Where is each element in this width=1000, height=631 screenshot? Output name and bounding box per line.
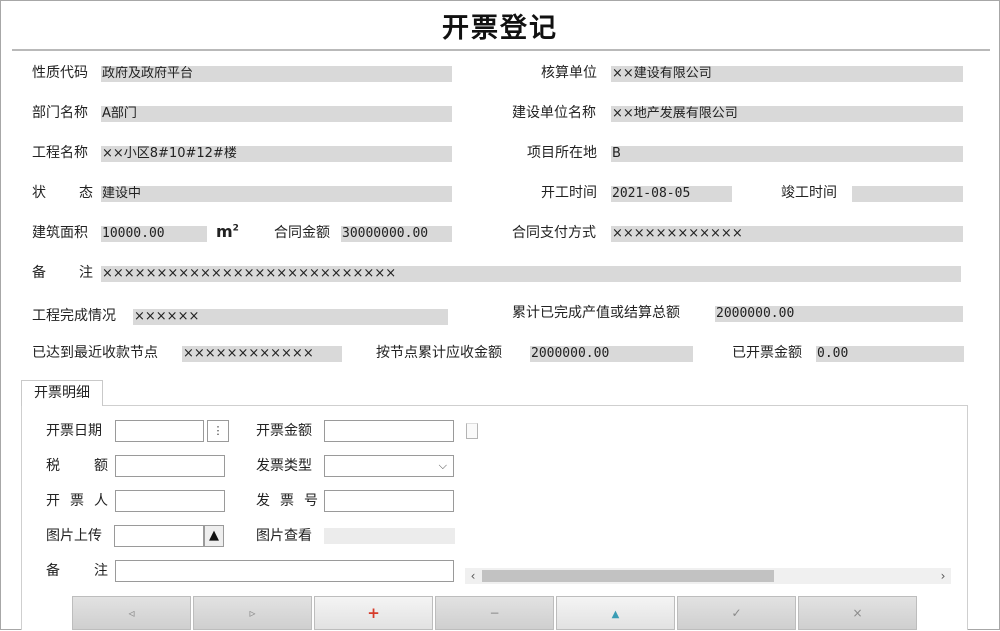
contract-amount-label: 合同金额 (274, 225, 330, 241)
node-receivable-field[interactable]: 2000000.00 (530, 346, 693, 362)
page-title: 开票登记 (442, 13, 558, 44)
minus-icon: − (489, 606, 500, 620)
nature-code-label: 性质代码 (32, 65, 88, 81)
contract-amount-field[interactable]: 30000000.00 (341, 226, 452, 242)
tab-invoice-detail[interactable]: 开票明细 (21, 380, 103, 406)
detail-remarks-label-b: 注 (94, 563, 108, 579)
recent-node-field[interactable]: ×××××××××××× (182, 346, 342, 362)
chevron-down-icon: ⌵ (438, 459, 447, 472)
triangle-left-icon: ◃ (128, 606, 135, 620)
horizontal-scrollbar[interactable]: ‹ › (465, 568, 951, 584)
image-upload-input[interactable] (114, 525, 204, 547)
completion-time-field[interactable] (852, 186, 963, 202)
completion-time-label: 竣工时间 (781, 185, 837, 201)
completion-status-field[interactable]: ×××××× (133, 309, 448, 325)
first-record-button[interactable]: ◃ (72, 596, 191, 630)
completion-status-label: 工程完成情况 (32, 308, 116, 324)
invoice-no-label-a: 发 (256, 493, 270, 509)
node-receivable-label: 按节点累计应收金额 (376, 345, 502, 361)
cumulative-output-label: 累计已完成产值或结算总额 (512, 305, 680, 321)
issuer-label-c: 人 (94, 493, 108, 509)
status-label-a: 状 (32, 185, 46, 201)
scroll-right-icon[interactable]: › (935, 568, 951, 584)
small-square-button[interactable] (466, 423, 478, 439)
cumulative-output-field[interactable]: 2000000.00 (715, 306, 963, 322)
start-time-field[interactable]: 2021-08-05 (611, 186, 732, 202)
invoice-amount-label: 开票金额 (256, 423, 312, 439)
image-view-label: 图片查看 (256, 528, 312, 544)
scroll-thumb[interactable] (482, 570, 774, 582)
invoice-amount-input[interactable] (324, 420, 454, 442)
tax-label-a: 税 (46, 458, 60, 474)
cancel-button[interactable]: × (798, 596, 917, 630)
issuer-input[interactable] (115, 490, 225, 512)
check-icon: ✓ (731, 606, 742, 620)
upload-button[interactable]: ▲ (204, 525, 224, 547)
delete-button[interactable]: − (435, 596, 554, 630)
accounting-unit-field[interactable]: ××建设有限公司 (611, 66, 963, 82)
close-icon: × (852, 606, 863, 620)
remarks-label-a: 备 (32, 265, 46, 281)
tax-label-b: 额 (94, 458, 108, 474)
status-field[interactable]: 建设中 (101, 186, 452, 202)
invoice-date-input[interactable] (115, 420, 204, 442)
dept-name-label: 部门名称 (32, 105, 88, 121)
area-unit: m2 (216, 222, 239, 241)
remarks-field[interactable]: ××××××××××××××××××××××××××× (101, 266, 961, 282)
invoice-no-input[interactable] (324, 490, 454, 512)
add-button[interactable]: + (314, 596, 433, 630)
issuer-label-a: 开 (46, 493, 60, 509)
invoice-date-label: 开票日期 (46, 423, 102, 439)
project-location-field[interactable]: B (611, 146, 963, 162)
start-time-label: 开工时间 (541, 185, 597, 201)
image-upload-label: 图片上传 (46, 528, 102, 544)
next-record-button[interactable]: ▹ (193, 596, 312, 630)
scroll-left-icon[interactable]: ‹ (465, 568, 481, 584)
title-divider (12, 49, 990, 51)
issuer-label-b: 票 (70, 493, 84, 509)
construction-unit-field[interactable]: ××地产发展有限公司 (611, 106, 963, 122)
contract-payment-label: 合同支付方式 (512, 225, 596, 241)
image-view-field[interactable] (324, 528, 455, 544)
invoice-no-label-c: 号 (304, 493, 318, 509)
accounting-unit-label: 核算单位 (541, 65, 597, 81)
invoice-type-label: 发票类型 (256, 458, 312, 474)
edit-button[interactable]: ▲ (556, 596, 675, 630)
recent-node-label: 已达到最近收款节点 (32, 345, 158, 361)
project-location-label: 项目所在地 (527, 145, 597, 161)
detail-remarks-input[interactable] (115, 560, 454, 582)
building-area-field[interactable]: 10000.00 (101, 226, 207, 242)
construction-unit-label: 建设单位名称 (512, 105, 596, 121)
project-name-label: 工程名称 (32, 145, 88, 161)
detail-remarks-label-a: 备 (46, 563, 60, 579)
calendar-dropdown-icon: ⋮ (212, 424, 224, 437)
dept-name-field[interactable]: A部门 (101, 106, 452, 122)
plus-icon: + (367, 604, 380, 622)
upload-arrow-icon: ▲ (209, 528, 219, 543)
save-button[interactable]: ✓ (677, 596, 796, 630)
invoice-type-select[interactable]: ⌵ (324, 455, 454, 477)
project-name-field[interactable]: ××小区8#10#12#楼 (101, 146, 452, 162)
contract-payment-field[interactable]: ×××××××××××× (611, 226, 963, 242)
status-label-b: 态 (79, 185, 93, 201)
building-area-label: 建筑面积 (32, 225, 88, 241)
triangle-up-icon: ▲ (611, 609, 620, 620)
invoiced-amount-label: 已开票金额 (732, 345, 802, 361)
invoiced-amount-field[interactable]: 0.00 (816, 346, 964, 362)
triangle-right-icon: ▹ (249, 606, 256, 620)
tax-amount-input[interactable] (115, 455, 225, 477)
nature-code-field[interactable]: 政府及政府平台 (101, 66, 452, 82)
invoice-no-label-b: 票 (280, 493, 294, 509)
date-picker-button[interactable]: ⋮ (207, 420, 229, 442)
remarks-label-b: 注 (79, 265, 93, 281)
